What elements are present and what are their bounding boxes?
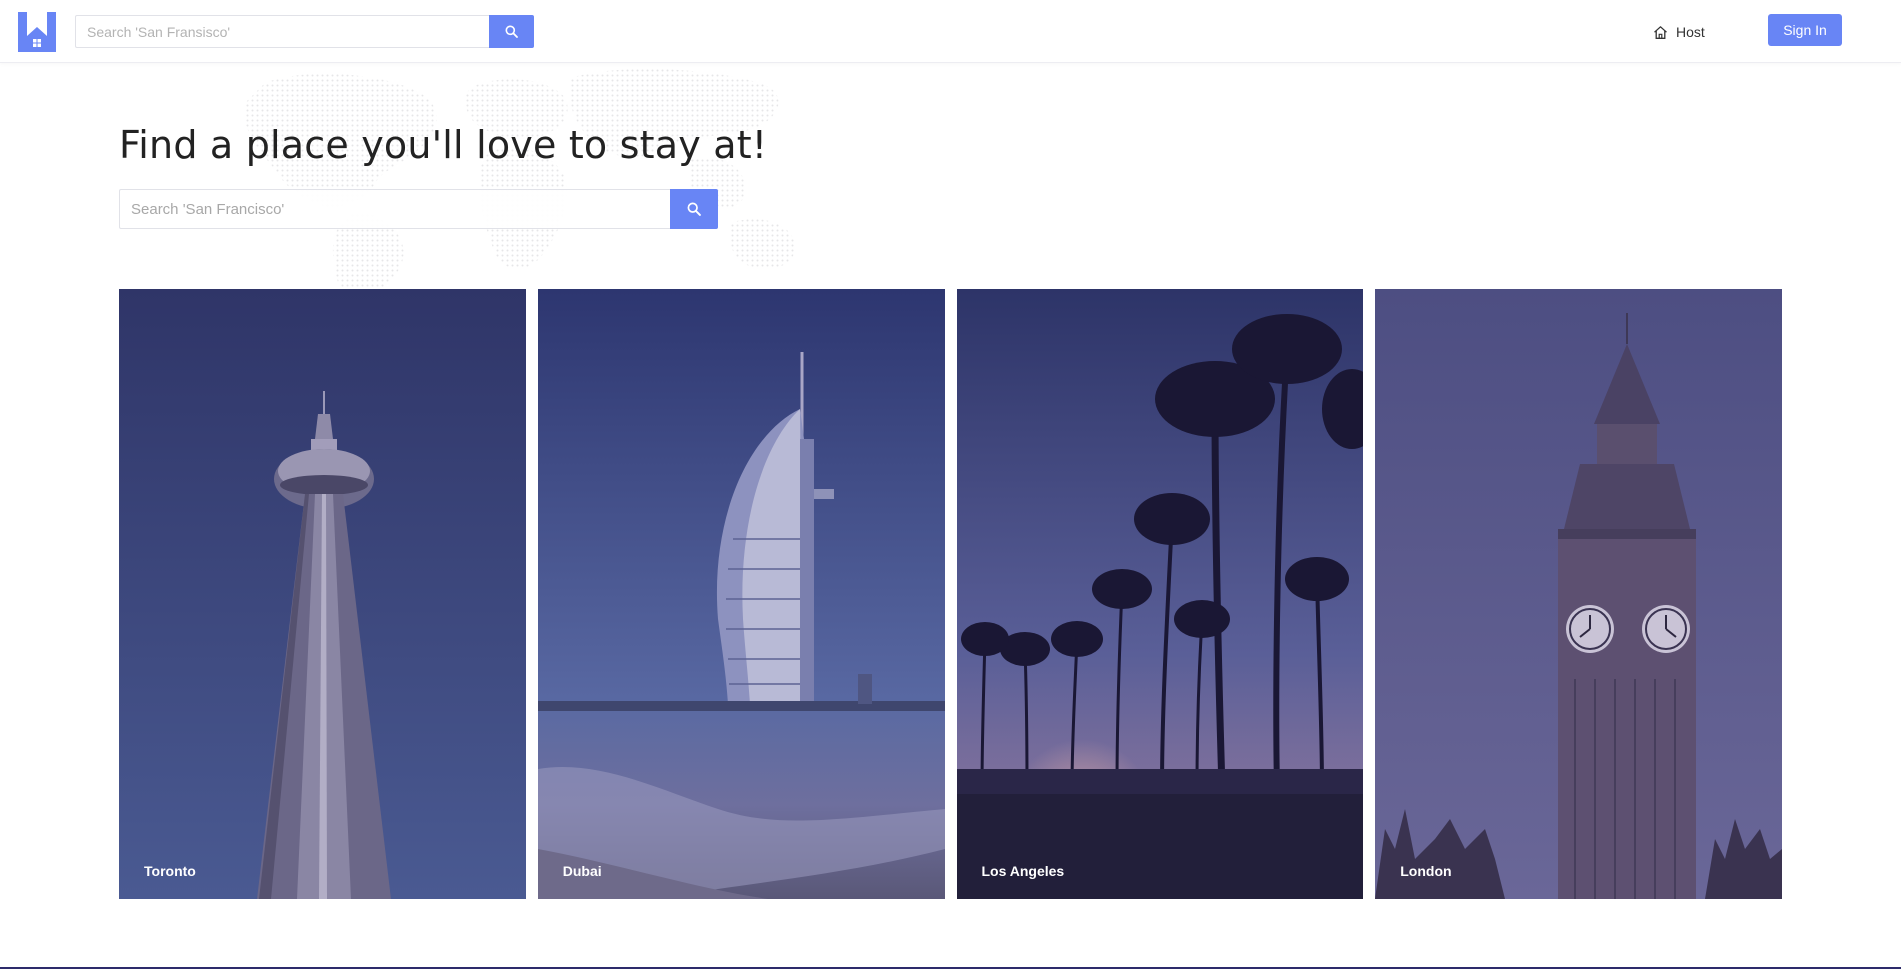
nav-search-input[interactable] xyxy=(75,15,489,48)
hero-search-input[interactable] xyxy=(119,189,670,229)
city-cards-row: Toronto Dubai Los Angeles London xyxy=(119,289,1782,899)
burj-al-arab-image xyxy=(537,289,945,899)
search-icon xyxy=(505,25,518,38)
palm-trees-image xyxy=(956,289,1364,899)
hero-search-button[interactable] xyxy=(670,189,718,229)
nav-search-bar xyxy=(75,15,534,48)
big-ben-image xyxy=(1375,289,1782,899)
top-nav-bar: Host Sign In xyxy=(0,0,1901,63)
home-icon xyxy=(1654,25,1667,39)
sign-in-button[interactable]: Sign In xyxy=(1768,14,1842,46)
city-label-toronto: Toronto xyxy=(144,863,196,879)
city-label-dubai: Dubai xyxy=(562,863,602,879)
hero-title: Find a place you'll love to stay at! xyxy=(119,123,768,167)
host-label: Host xyxy=(1676,24,1705,40)
house-h-logo-icon[interactable] xyxy=(18,12,56,52)
city-card-los-angeles[interactable]: Los Angeles xyxy=(956,289,1364,899)
world-map-icon xyxy=(244,68,796,289)
city-card-dubai[interactable]: Dubai xyxy=(537,289,945,899)
city-label-london: London xyxy=(1400,863,1452,879)
hero-search-bar xyxy=(119,189,718,229)
city-card-toronto[interactable]: Toronto xyxy=(119,289,526,899)
search-icon xyxy=(687,202,701,216)
hero-section: Find a place you'll love to stay at! xyxy=(0,63,1901,289)
nav-search-button[interactable] xyxy=(489,15,534,48)
cn-tower-image xyxy=(119,289,526,899)
city-card-london[interactable]: London xyxy=(1375,289,1782,899)
host-link[interactable]: Host xyxy=(1653,21,1705,43)
city-label-los-angeles: Los Angeles xyxy=(981,863,1065,879)
